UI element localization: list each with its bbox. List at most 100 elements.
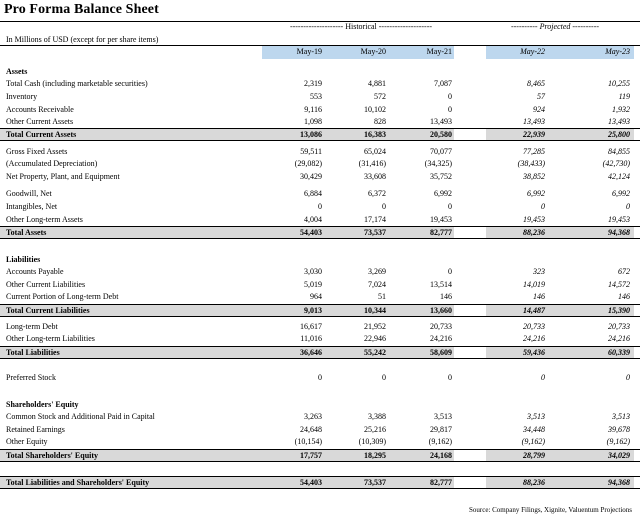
cell-value: 24,168 [430,451,452,460]
cell-value: 3,513 [527,412,545,421]
projected-group-label: ---------- Projected ---------- [510,22,600,31]
row-label: Other Equity [6,437,48,446]
cell-value: 146 [618,292,630,301]
cell-value: 19,453 [523,215,545,224]
row-label: Long-term Debt [6,322,58,331]
row-label: Other Long-term Assets [6,215,83,224]
cell-value: 60,339 [608,348,630,357]
cell-value: 39,678 [608,425,630,434]
cell-value: 9,116 [304,105,322,114]
cell-value: 0 [626,373,630,382]
cell-value: 13,493 [523,117,545,126]
table-row: Preferred Stock 0 0 0 0 0 [0,372,640,385]
column-header: May-22 [520,47,545,56]
row-label: Shareholders' Equity [6,400,79,409]
total-row: Total Assets 54,403 73,537 82,777 88,236 94,3… [0,226,640,239]
cell-value: 20,580 [430,130,452,139]
row-label: Net Property, Plant, and Equipment [6,172,120,181]
total-row: Total Current Assets 13,086 16,383 20,580 22… [0,128,640,141]
row-label: Assets [6,67,28,76]
cell-value: 672 [618,267,630,276]
cell-value: 14,019 [523,280,545,289]
cell-value: 34,029 [608,451,630,460]
row-label: Inventory [6,92,38,101]
cell-value: 10,102 [364,105,386,114]
cell-value: 10,255 [608,79,630,88]
cell-value: 25,216 [364,425,386,434]
row-label: Accounts Payable [6,267,64,276]
cell-value: 7,024 [368,280,386,289]
cell-value: 55,242 [364,348,386,357]
cell-value: 14,487 [523,306,545,315]
cell-value: (9,162) [606,437,630,446]
cell-value: 34,448 [523,425,545,434]
cell-value: 73,537 [364,228,386,237]
row-label: Preferred Stock [6,373,56,382]
cell-value: 572 [374,92,386,101]
cell-value: 1,098 [304,117,322,126]
row-label: Other Current Liabilities [6,280,86,289]
cell-value: 8,465 [527,79,545,88]
row-label: Total Shareholders' Equity [6,451,99,460]
section-heading-row: Liabilities [0,254,640,267]
cell-value: 42,124 [608,172,630,181]
cell-value: 6,992 [612,189,630,198]
cell-value: 5,019 [304,280,322,289]
section-heading-row: Assets [0,66,640,79]
row-label: Common Stock and Additional Paid in Capi… [6,412,155,421]
cell-value: 20,733 [523,322,545,331]
row-label: Total Current Liabilities [6,306,90,315]
cell-value: 20,733 [430,322,452,331]
cell-value: 9,013 [304,306,322,315]
cell-value: 6,884 [304,189,322,198]
cell-value: 6,372 [368,189,386,198]
cell-value: 29,817 [430,425,452,434]
cell-value: 3,513 [434,412,452,421]
cell-value: 18,295 [364,451,386,460]
cell-value: (34,325) [424,159,452,168]
cell-value: 13,086 [300,130,322,139]
cell-value: 6,992 [434,189,452,198]
cell-value: 0 [318,202,322,211]
source-note: Source: Company Filings, Xignite, Valuen… [469,506,632,514]
table-row: Current Portion of Long-term Debt 964 51 14… [0,291,640,304]
table-row: Accounts Payable 3,030 3,269 0 323 672 [0,266,640,279]
cell-value: 22,939 [523,130,545,139]
table-row: Total Cash (including marketable securit… [0,78,640,91]
cell-value: 20,733 [608,322,630,331]
cell-value: 14,572 [608,280,630,289]
cell-value: 58,609 [430,348,452,357]
total-row: Total Shareholders' Equity 17,757 18,295 24… [0,449,640,462]
historical-group-label: -------------------- Historical --------… [289,22,433,31]
cell-value: (10,309) [358,437,386,446]
cell-value: 119 [618,92,630,101]
cell-value: 0 [448,267,452,276]
cell-value: 35,752 [430,172,452,181]
section-heading-row: Shareholders' Equity [0,399,640,412]
cell-value: 24,216 [523,334,545,343]
cell-value: 94,368 [608,478,630,487]
cell-value: 11,016 [300,334,322,343]
cell-value: 3,263 [304,412,322,421]
cell-value: 3,388 [368,412,386,421]
row-label: (Accumulated Depreciation) [6,159,98,168]
cell-value: 17,174 [364,215,386,224]
row-label: Total Current Assets [6,130,77,139]
cell-value: 1,932 [612,105,630,114]
cell-value: 964 [310,292,322,301]
cell-value: 25,800 [608,130,630,139]
table-row: Long-term Debt 16,617 21,952 20,733 20,733 20… [0,321,640,334]
row-label: Gross Fixed Assets [6,147,68,156]
row-label: Total Cash (including marketable securit… [6,79,148,88]
cell-value: 59,436 [523,348,545,357]
cell-value: 3,030 [304,267,322,276]
row-label: Goodwill, Net [6,189,52,198]
cell-value: 0 [448,105,452,114]
cell-value: 22,946 [364,334,386,343]
total-row: Total Liabilities 36,646 55,242 58,609 59,43… [0,346,640,359]
cell-value: 0 [382,202,386,211]
column-header: May-23 [605,47,630,56]
row-label: Accounts Receivable [6,105,74,114]
cell-value: 24,216 [430,334,452,343]
cell-value: 3,513 [612,412,630,421]
